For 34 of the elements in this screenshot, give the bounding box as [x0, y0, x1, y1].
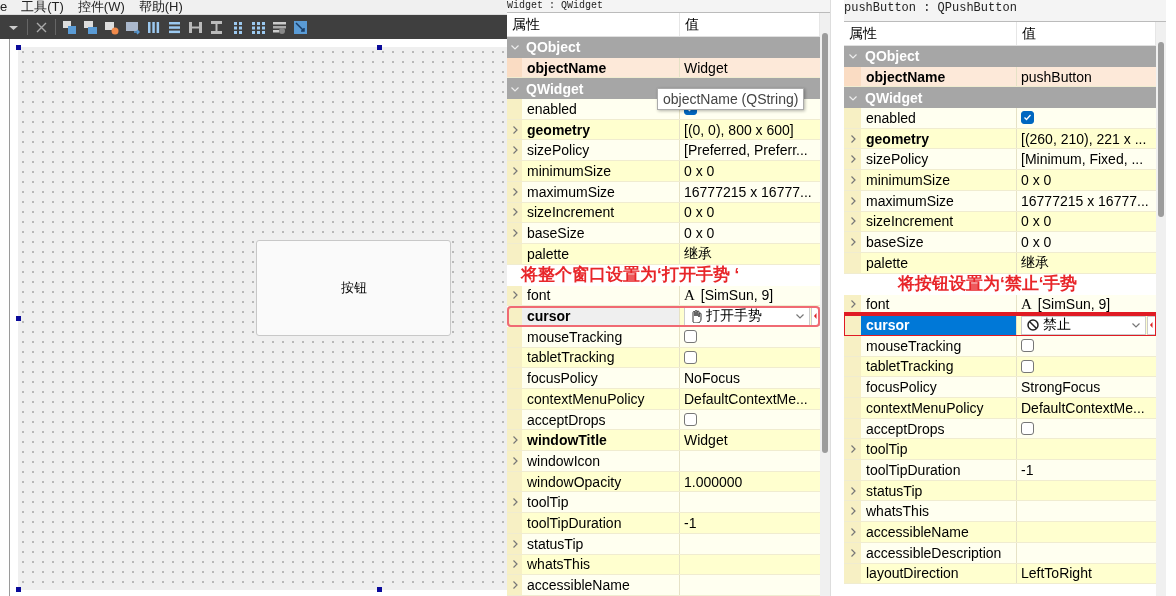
property-value: 0 x 0	[1021, 234, 1052, 251]
property-value: Widget	[684, 432, 728, 449]
property-value: Widget	[684, 59, 728, 76]
property-value: StrongFocus	[1021, 379, 1101, 396]
property-value: LeftToRight	[1021, 565, 1092, 582]
property-value: -1	[1021, 461, 1034, 478]
property-value: [SimSun, 9]	[700, 287, 774, 304]
property-value: -1	[684, 514, 697, 531]
property-value: pushButton	[1021, 68, 1092, 85]
property-value: 0 x 0	[684, 225, 715, 242]
property-value: 1.000000	[684, 473, 743, 490]
property-value: [Minimum, Fixed, ...	[1021, 151, 1144, 168]
property-value: 0 x 0	[684, 204, 715, 221]
property-value: 0 x 0	[1021, 171, 1052, 188]
panel-title: pushButton : QPushButton	[844, 0, 1017, 16]
property-value: [Preferred, Preferr...	[684, 142, 808, 159]
property-value: 继承	[684, 244, 712, 263]
font-icon: A	[1021, 295, 1032, 313]
property-value: NoFocus	[684, 370, 741, 387]
property-value: [(260, 210), 221 x ...	[1021, 130, 1147, 147]
property-value: 16777215 x 16777...	[684, 183, 812, 200]
font-icon: A	[684, 286, 695, 304]
panel-title: Widget : QWidget	[507, 0, 603, 12]
property-value: 0 x 0	[684, 162, 715, 179]
tooltip: objectName (QString)	[657, 88, 805, 110]
property-value: 16777215 x 16777...	[1021, 192, 1149, 209]
property-value: 0 x 0	[1021, 213, 1052, 230]
annotation-text: 将整个窗口设置为‘打开手势 ‘	[521, 265, 740, 286]
annotation-text: 将按钮设置为‘禁止‘手势	[898, 274, 1078, 295]
property-value: [SimSun, 9]	[1037, 296, 1111, 313]
property-value: DefaultContextMe...	[684, 390, 808, 407]
property-value: [(0, 0), 800 x 600]	[684, 121, 794, 138]
property-value: 继承	[1021, 253, 1049, 272]
property-value: DefaultContextMe...	[1021, 399, 1145, 416]
